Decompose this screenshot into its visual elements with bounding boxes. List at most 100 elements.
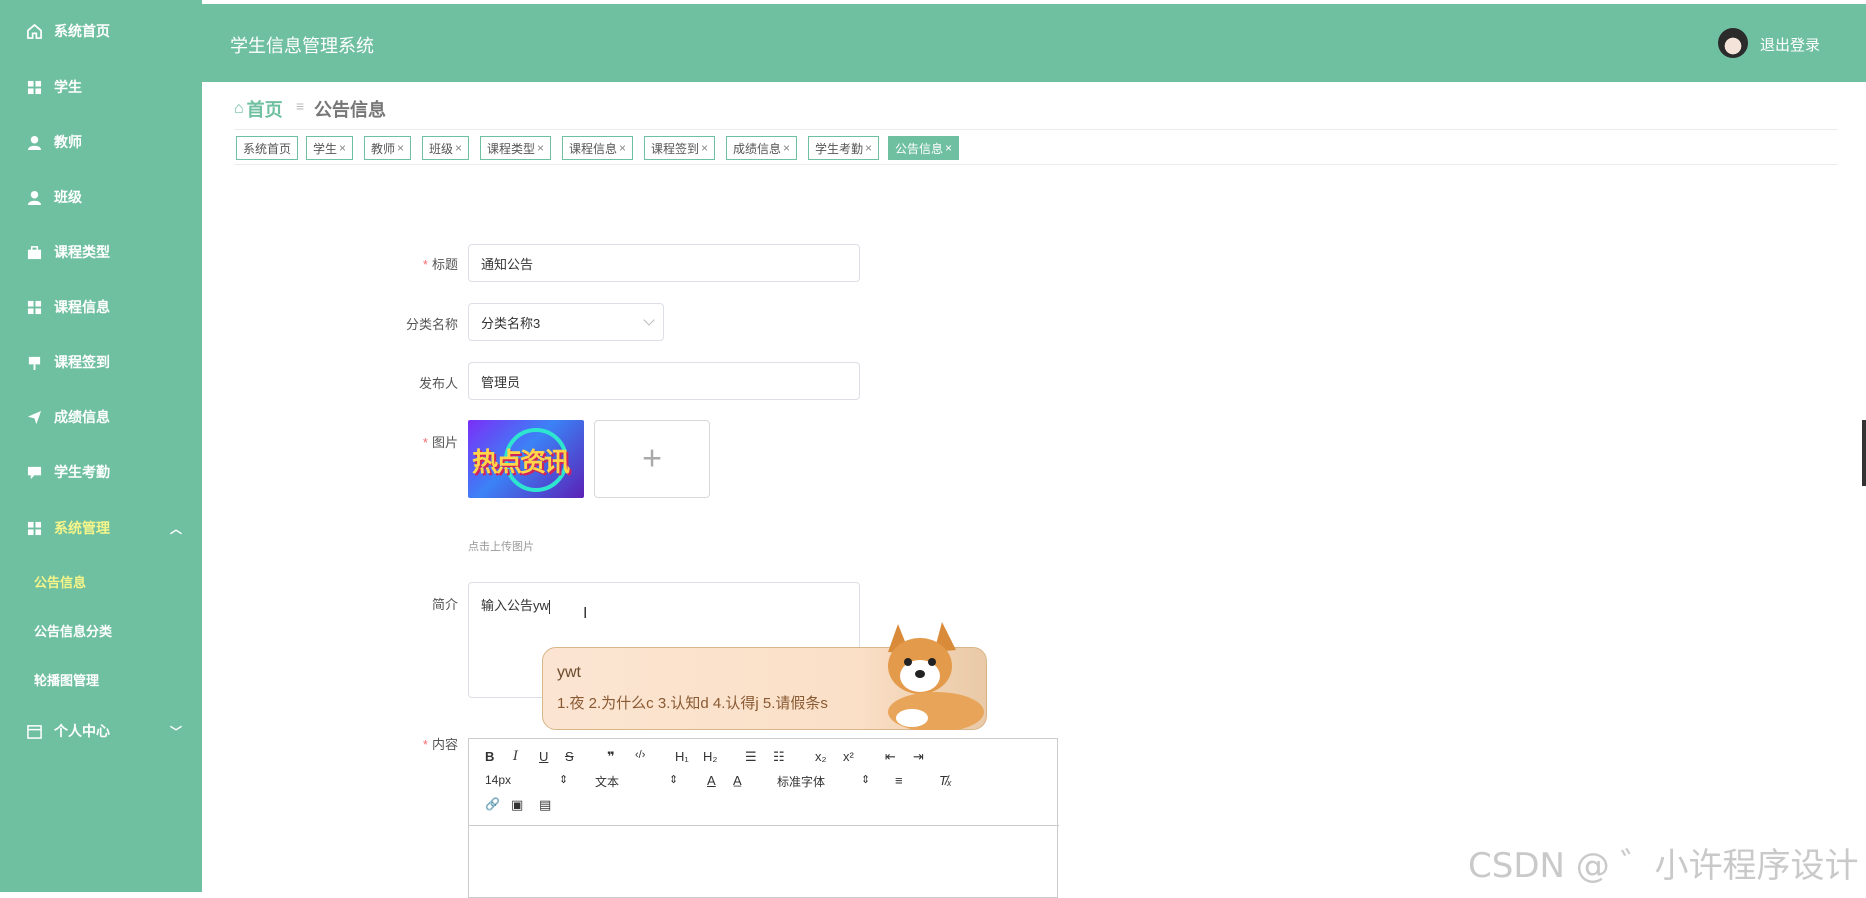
home-icon — [26, 23, 42, 39]
tab-label: 公告信息 — [895, 141, 944, 156]
tab-label: 教师 — [371, 141, 396, 156]
image-icon[interactable]: ▣ — [511, 797, 523, 813]
title-input[interactable]: 通知公告 — [468, 244, 860, 282]
subscript-button[interactable]: x₂ — [815, 749, 827, 764]
font-family-select[interactable]: 标准字体 — [777, 773, 825, 790]
link-icon[interactable]: 🔗 — [485, 797, 500, 811]
indent-button[interactable]: ⇥ — [913, 749, 924, 765]
category-select[interactable]: 分类名称3 — [468, 303, 664, 341]
bullet-list-button[interactable]: ☷ — [773, 749, 785, 765]
video-icon[interactable]: ▤ — [539, 797, 551, 813]
close-icon[interactable]: × — [397, 141, 404, 155]
h1-button[interactable]: H₁ — [675, 749, 689, 764]
outdent-button[interactable]: ⇤ — [885, 749, 896, 765]
tab-home[interactable]: 系统首页 — [236, 136, 299, 160]
tab-label: 学生 — [313, 141, 338, 156]
publisher-input[interactable]: 管理员 — [468, 362, 860, 400]
tab-label: 班级 — [429, 141, 454, 156]
underline-button[interactable]: U — [539, 749, 548, 764]
intro-label: 简介 — [431, 597, 458, 612]
tab-notice[interactable]: 公告信息 × — [888, 136, 960, 160]
superscript-button[interactable]: x² — [843, 749, 854, 764]
code-button[interactable]: ‹/› — [635, 749, 645, 761]
sidebar-item-personal[interactable]: 个人中心 ﹀ — [0, 711, 202, 751]
clear-format-button[interactable]: T̸ₓ — [939, 773, 952, 788]
dog-icon — [888, 622, 984, 730]
rich-text-editor: B I U S ❞ ‹/› H₁ H₂ ☰ ☷ x₂ x² ⇤ ⇥ 14px ⇕… — [468, 738, 1059, 898]
tab-grades[interactable]: 成绩信息 × — [726, 136, 798, 160]
tab-course-types[interactable]: 课程类型 × — [480, 136, 552, 160]
sidebar-item-teachers[interactable]: 教师 — [0, 122, 202, 162]
tab-classes[interactable]: 班级 × — [422, 136, 470, 160]
sidebar-item-attendance[interactable]: 学生考勤 — [0, 452, 202, 492]
plus-icon: + — [642, 439, 662, 478]
sidebar-item-course-types[interactable]: 课程类型 — [0, 232, 202, 272]
close-icon[interactable]: × — [537, 141, 544, 155]
sidebar-item-classes[interactable]: 班级 — [0, 177, 202, 217]
strike-button[interactable]: S — [565, 749, 574, 764]
close-icon[interactable]: × — [619, 141, 626, 155]
sidebar-sub-notice-category[interactable]: 公告信息分类 — [34, 621, 112, 640]
scrollbar-thumb[interactable] — [1862, 420, 1866, 486]
sidebar-item-label: 成绩信息 — [54, 409, 110, 425]
sidebar: 系统首页 学生 教师 班级 课程类型 课程信息 课程签到 成绩信息 学生考勤 系… — [0, 0, 202, 892]
avatar[interactable] — [1718, 28, 1748, 58]
tab-students[interactable]: 学生 × — [306, 136, 354, 160]
divider — [469, 825, 1059, 826]
sidebar-item-home[interactable]: 系统首页 — [0, 11, 202, 51]
sidebar-item-grades[interactable]: 成绩信息 — [0, 397, 202, 437]
uploaded-image-thumbnail[interactable]: 热点资讯 — [468, 420, 584, 498]
home-icon: ⌂ — [234, 100, 244, 117]
align-button[interactable]: ≡ — [895, 773, 903, 788]
close-icon[interactable]: × — [455, 141, 462, 155]
required-mark: * — [422, 257, 428, 272]
font-size-select[interactable]: 14px — [485, 773, 511, 787]
italic-button[interactable]: I — [513, 749, 518, 764]
title-label: * 标题 — [338, 254, 458, 273]
background-color-button[interactable]: A̲ — [733, 773, 742, 788]
sidebar-sub-notice[interactable]: 公告信息 — [34, 572, 86, 591]
signpost-icon — [26, 354, 42, 370]
intro-value: 输入公告yw — [481, 598, 549, 613]
close-icon[interactable]: × — [865, 141, 872, 155]
user-icon — [26, 134, 42, 150]
ime-candidates[interactable]: 1.夜 2.为什么c 3.认知d 4.认得j 5.请假条s — [557, 692, 828, 713]
chevron-down-icon: ﹀ — [169, 724, 182, 739]
grid-icon — [26, 79, 42, 95]
blockquote-button[interactable]: ❞ — [607, 749, 615, 765]
required-mark: * — [422, 737, 428, 752]
sidebar-sub-carousel[interactable]: 轮播图管理 — [34, 670, 99, 689]
sidebar-item-course-signin[interactable]: 课程签到 — [0, 342, 202, 382]
chevron-updown-icon: ⇕ — [559, 774, 569, 786]
h2-button[interactable]: H₂ — [703, 749, 717, 764]
tab-course-signin[interactable]: 课程签到 × — [644, 136, 716, 160]
grid-icon — [26, 520, 42, 536]
breadcrumb-home[interactable]: ⌂ 首页 — [234, 96, 283, 122]
tab-course-info[interactable]: 课程信息 × — [562, 136, 634, 160]
sidebar-item-course-info[interactable]: 课程信息 — [0, 287, 202, 327]
close-icon[interactable]: × — [783, 141, 790, 155]
bold-button[interactable]: B — [485, 749, 494, 764]
chevron-updown-icon: ⇕ — [861, 774, 871, 786]
sidebar-item-label: 课程类型 — [54, 244, 110, 260]
tab-teachers[interactable]: 教师 × — [364, 136, 412, 160]
sidebar-item-label: 学生考勤 — [54, 464, 110, 480]
title-value: 通知公告 — [481, 256, 534, 272]
sidebar-item-system[interactable]: 系统管理 ︿ — [0, 508, 202, 548]
app-title: 学生信息管理系统 — [230, 36, 374, 56]
chevron-up-icon: ︿ — [169, 521, 182, 536]
upload-button[interactable]: + — [594, 420, 710, 498]
logout-button[interactable]: 退出登录 — [1760, 34, 1820, 55]
block-format-select[interactable]: 文本 — [595, 773, 619, 790]
close-icon[interactable]: × — [339, 141, 346, 155]
upload-hint: 点击上传图片 — [468, 541, 534, 553]
tab-attendance[interactable]: 学生考勤 × — [808, 136, 880, 160]
thumbnail-text: 热点资讯 — [472, 448, 570, 478]
close-icon[interactable]: × — [945, 141, 952, 155]
close-icon[interactable]: × — [701, 141, 708, 155]
sidebar-item-students[interactable]: 学生 — [0, 67, 202, 107]
ordered-list-button[interactable]: ☰ — [745, 749, 757, 765]
send-icon — [26, 409, 42, 425]
font-color-button[interactable]: A — [707, 773, 716, 788]
sidebar-item-label: 课程签到 — [54, 354, 110, 370]
